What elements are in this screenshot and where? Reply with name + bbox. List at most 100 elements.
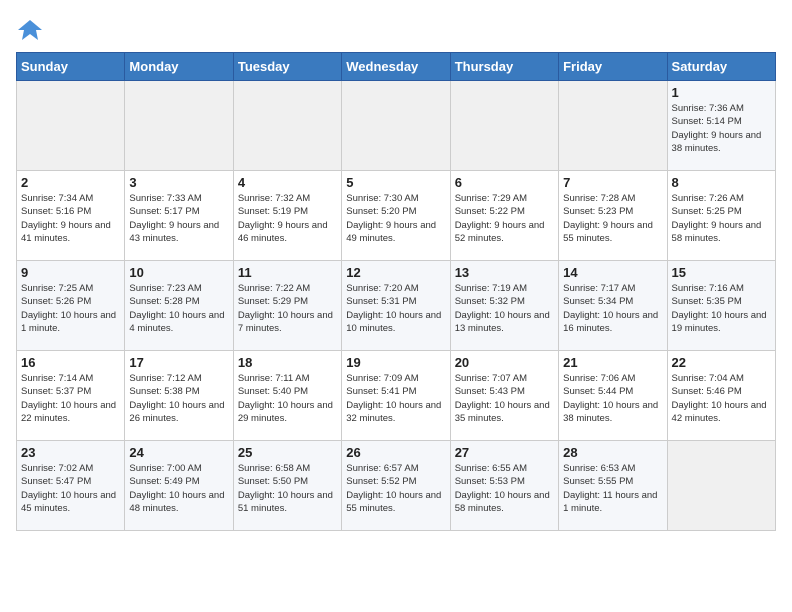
day-info: Sunrise: 7:12 AM Sunset: 5:38 PM Dayligh… [129,372,228,425]
day-number: 7 [563,175,662,190]
day-number: 8 [672,175,771,190]
day-info: Sunrise: 7:36 AM Sunset: 5:14 PM Dayligh… [672,102,771,155]
calendar-cell: 14Sunrise: 7:17 AM Sunset: 5:34 PM Dayli… [559,261,667,351]
day-number: 21 [563,355,662,370]
calendar-cell: 26 Sunrise: 6:57 AM Sunset: 5:52 PM Dayli… [342,441,450,531]
calendar-cell: 6 Sunrise: 7:29 AM Sunset: 5:22 PM Daylig… [450,171,558,261]
calendar-cell: 12Sunrise: 7:20 AM Sunset: 5:31 PM Dayli… [342,261,450,351]
day-number: 1 [672,85,771,100]
day-info: Sunrise: 7:09 AM Sunset: 5:41 PM Dayligh… [346,372,445,425]
calendar-cell: 8 Sunrise: 7:26 AM Sunset: 5:25 PM Daylig… [667,171,775,261]
day-number: 4 [238,175,337,190]
week-row-3: 9 Sunrise: 7:25 AM Sunset: 5:26 PM Daylig… [17,261,776,351]
day-info: Sunrise: 7:00 AM Sunset: 5:49 PM Dayligh… [129,462,228,515]
day-number: 5 [346,175,445,190]
week-row-2: 2 Sunrise: 7:34 AM Sunset: 5:16 PM Daylig… [17,171,776,261]
calendar-cell: 17 Sunrise: 7:12 AM Sunset: 5:38 PM Dayli… [125,351,233,441]
page-header [16,16,776,44]
day-info: Sunrise: 6:53 AM Sunset: 5:55 PM Dayligh… [563,462,662,515]
day-number: 10 [129,265,228,280]
calendar-cell: 11Sunrise: 7:22 AM Sunset: 5:29 PM Dayli… [233,261,341,351]
calendar-cell: 25 Sunrise: 6:58 AM Sunset: 5:50 PM Dayli… [233,441,341,531]
day-info: Sunrise: 7:14 AM Sunset: 5:37 PM Dayligh… [21,372,120,425]
day-number: 24 [129,445,228,460]
calendar-cell: 16 Sunrise: 7:14 AM Sunset: 5:37 PM Dayli… [17,351,125,441]
day-number: 26 [346,445,445,460]
day-header-friday: Friday [559,53,667,81]
day-info: Sunrise: 6:55 AM Sunset: 5:53 PM Dayligh… [455,462,554,515]
day-info: Sunrise: 6:57 AM Sunset: 5:52 PM Dayligh… [346,462,445,515]
day-number: 25 [238,445,337,460]
calendar-cell: 9 Sunrise: 7:25 AM Sunset: 5:26 PM Daylig… [17,261,125,351]
calendar-cell: 15 Sunrise: 7:16 AM Sunset: 5:35 PM Dayli… [667,261,775,351]
day-number: 20 [455,355,554,370]
calendar-cell: 27 Sunrise: 6:55 AM Sunset: 5:53 PM Dayli… [450,441,558,531]
day-number: 27 [455,445,554,460]
day-number: 19 [346,355,445,370]
day-info: Sunrise: 7:32 AM Sunset: 5:19 PM Dayligh… [238,192,337,245]
calendar-cell: 1 Sunrise: 7:36 AM Sunset: 5:14 PM Daylig… [667,81,775,171]
day-header-saturday: Saturday [667,53,775,81]
calendar-cell: 7 Sunrise: 7:28 AM Sunset: 5:23 PM Daylig… [559,171,667,261]
day-info: Sunrise: 7:28 AM Sunset: 5:23 PM Dayligh… [563,192,662,245]
calendar-cell [233,81,341,171]
calendar-table: SundayMondayTuesdayWednesdayThursdayFrid… [16,52,776,531]
calendar-cell [342,81,450,171]
logo-icon [16,16,44,44]
day-info: Sunrise: 7:34 AM Sunset: 5:16 PM Dayligh… [21,192,120,245]
week-row-4: 16 Sunrise: 7:14 AM Sunset: 5:37 PM Dayli… [17,351,776,441]
logo [16,16,48,44]
calendar-cell: 3 Sunrise: 7:33 AM Sunset: 5:17 PM Daylig… [125,171,233,261]
day-number: 6 [455,175,554,190]
day-info: Sunrise: 6:58 AM Sunset: 5:50 PM Dayligh… [238,462,337,515]
calendar-cell: 24 Sunrise: 7:00 AM Sunset: 5:49 PM Dayli… [125,441,233,531]
day-info: Sunrise: 7:17 AM Sunset: 5:34 PM Dayligh… [563,282,662,335]
day-header-monday: Monday [125,53,233,81]
day-info: Sunrise: 7:23 AM Sunset: 5:28 PM Dayligh… [129,282,228,335]
calendar-cell [17,81,125,171]
day-number: 15 [672,265,771,280]
day-number: 23 [21,445,120,460]
calendar-cell: 20 Sunrise: 7:07 AM Sunset: 5:43 PM Dayli… [450,351,558,441]
week-row-1: 1 Sunrise: 7:36 AM Sunset: 5:14 PM Daylig… [17,81,776,171]
day-info: Sunrise: 7:20 AM Sunset: 5:31 PM Dayligh… [346,282,445,335]
day-number: 28 [563,445,662,460]
calendar-cell: 5Sunrise: 7:30 AM Sunset: 5:20 PM Daylig… [342,171,450,261]
calendar-cell: 19 Sunrise: 7:09 AM Sunset: 5:41 PM Dayli… [342,351,450,441]
day-header-thursday: Thursday [450,53,558,81]
calendar-cell [125,81,233,171]
day-info: Sunrise: 7:16 AM Sunset: 5:35 PM Dayligh… [672,282,771,335]
calendar-cell: 28 Sunrise: 6:53 AM Sunset: 5:55 PM Dayli… [559,441,667,531]
day-number: 2 [21,175,120,190]
day-info: Sunrise: 7:07 AM Sunset: 5:43 PM Dayligh… [455,372,554,425]
day-info: Sunrise: 7:29 AM Sunset: 5:22 PM Dayligh… [455,192,554,245]
day-number: 17 [129,355,228,370]
day-header-wednesday: Wednesday [342,53,450,81]
calendar-cell: 22 Sunrise: 7:04 AM Sunset: 5:46 PM Dayli… [667,351,775,441]
day-info: Sunrise: 7:25 AM Sunset: 5:26 PM Dayligh… [21,282,120,335]
calendar-cell: 2 Sunrise: 7:34 AM Sunset: 5:16 PM Daylig… [17,171,125,261]
day-number: 3 [129,175,228,190]
day-info: Sunrise: 7:11 AM Sunset: 5:40 PM Dayligh… [238,372,337,425]
calendar-cell: 10 Sunrise: 7:23 AM Sunset: 5:28 PM Dayli… [125,261,233,351]
day-info: Sunrise: 7:04 AM Sunset: 5:46 PM Dayligh… [672,372,771,425]
calendar-cell: 21Sunrise: 7:06 AM Sunset: 5:44 PM Dayli… [559,351,667,441]
day-header-tuesday: Tuesday [233,53,341,81]
day-number: 9 [21,265,120,280]
calendar-cell [559,81,667,171]
day-number: 13 [455,265,554,280]
day-number: 16 [21,355,120,370]
days-of-week-row: SundayMondayTuesdayWednesdayThursdayFrid… [17,53,776,81]
day-info: Sunrise: 7:26 AM Sunset: 5:25 PM Dayligh… [672,192,771,245]
day-number: 22 [672,355,771,370]
calendar-cell: 18 Sunrise: 7:11 AM Sunset: 5:40 PM Dayli… [233,351,341,441]
day-info: Sunrise: 7:02 AM Sunset: 5:47 PM Dayligh… [21,462,120,515]
calendar-cell [450,81,558,171]
day-header-sunday: Sunday [17,53,125,81]
day-number: 11 [238,265,337,280]
day-number: 18 [238,355,337,370]
calendar-cell: 4 Sunrise: 7:32 AM Sunset: 5:19 PM Daylig… [233,171,341,261]
day-info: Sunrise: 7:33 AM Sunset: 5:17 PM Dayligh… [129,192,228,245]
calendar-cell: 23 Sunrise: 7:02 AM Sunset: 5:47 PM Dayli… [17,441,125,531]
calendar-cell [667,441,775,531]
